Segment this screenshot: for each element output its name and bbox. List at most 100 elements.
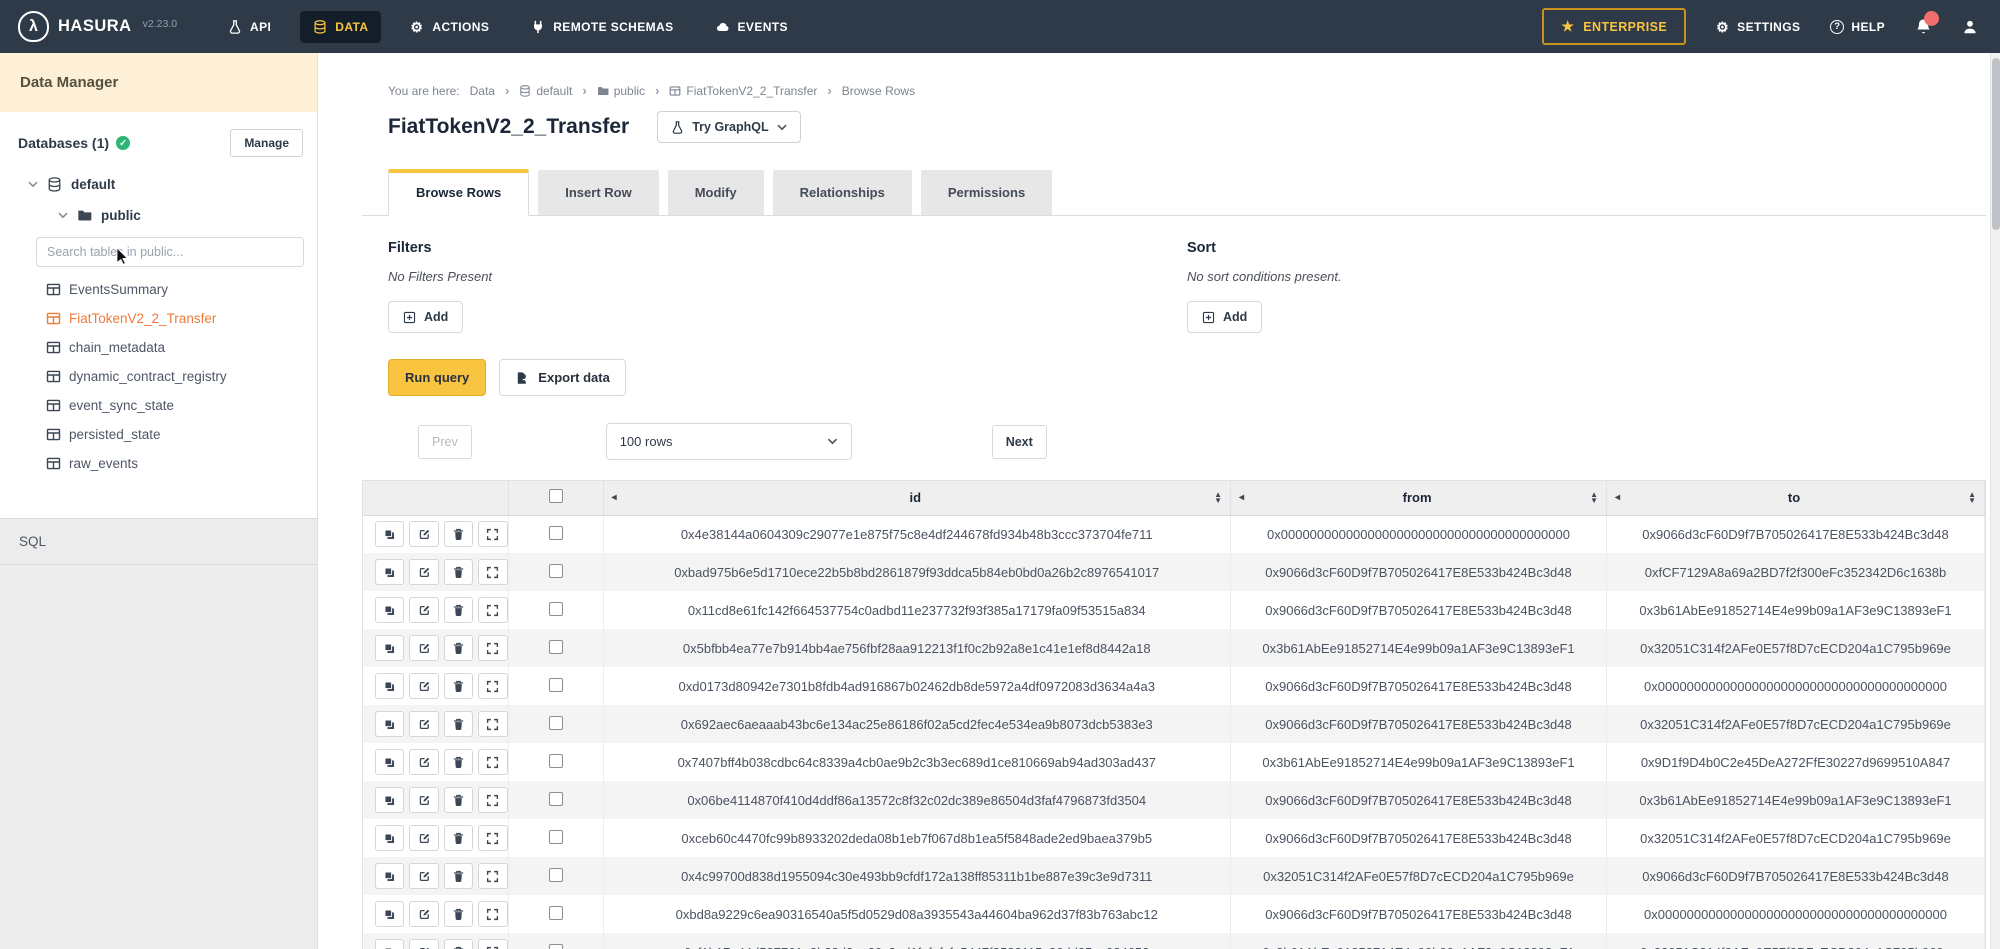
sort-icon[interactable]: ▲▼ [1214,492,1222,504]
chevron-down-icon[interactable] [28,181,38,189]
copy-row-button[interactable] [375,901,404,927]
expand-row-button[interactable] [478,711,507,737]
sidebar-table-item[interactable]: persisted_state [16,420,303,449]
edit-row-button[interactable] [409,559,438,585]
column-header-to[interactable]: ◂ to ▲▼ [1607,481,1985,515]
user-menu-button[interactable] [1962,19,1978,35]
settings-button[interactable]: ⚙ SETTINGS [1716,20,1800,34]
delete-row-button[interactable] [444,825,473,851]
enterprise-button[interactable]: ★ ENTERPRISE [1542,8,1686,45]
expand-row-button[interactable] [478,749,507,775]
tab[interactable]: Insert Row [538,170,658,215]
run-query-button[interactable]: Run query [388,359,486,396]
copy-row-button[interactable] [375,673,404,699]
sidebar-table-item[interactable]: chain_metadata [16,333,303,362]
row-checkbox[interactable] [549,792,563,806]
try-graphql-button[interactable]: Try GraphQL [657,111,800,143]
copy-row-button[interactable] [375,711,404,737]
search-tables-input[interactable] [36,237,304,267]
row-checkbox[interactable] [549,944,563,949]
expand-row-button[interactable] [478,521,507,547]
row-checkbox[interactable] [549,602,563,616]
rows-per-page-select[interactable]: 100 rows [606,423,852,460]
row-checkbox[interactable] [549,906,563,920]
row-checkbox[interactable] [549,564,563,578]
delete-row-button[interactable] [444,901,473,927]
delete-row-button[interactable] [444,597,473,623]
sidebar-table-item[interactable]: event_sync_state [16,391,303,420]
copy-row-button[interactable] [375,559,404,585]
delete-row-button[interactable] [444,711,473,737]
edit-row-button[interactable] [409,825,438,851]
sort-icon[interactable]: ▲▼ [1968,492,1976,504]
edit-row-button[interactable] [409,597,438,623]
expand-row-button[interactable] [478,559,507,585]
nav-item-data[interactable]: DATA [300,11,381,43]
nav-item-actions[interactable]: ⚙ ACTIONS [397,11,502,43]
expand-row-button[interactable] [478,673,507,699]
edit-row-button[interactable] [409,787,438,813]
breadcrumb-item-table[interactable]: FiatTokenV2_2_Transfer [669,84,817,98]
delete-row-button[interactable] [444,863,473,889]
copy-row-button[interactable] [375,521,404,547]
nav-item-remote-schemas[interactable]: REMOTE SCHEMAS [518,11,686,43]
delete-row-button[interactable] [444,521,473,547]
brand[interactable]: λ HASURA v2.23.0 [18,11,177,42]
copy-row-button[interactable] [375,635,404,661]
row-checkbox[interactable] [549,678,563,692]
column-header-from[interactable]: ◂ from ▲▼ [1231,481,1607,515]
next-page-button[interactable]: Next [992,425,1047,459]
notifications-button[interactable] [1915,18,1932,35]
edit-row-button[interactable] [409,711,438,737]
add-filter-button[interactable]: Add [388,301,463,333]
breadcrumb-item-browse-rows[interactable]: Browse Rows [842,84,915,98]
export-data-button[interactable]: Export data [499,359,626,396]
edit-row-button[interactable] [409,939,438,949]
breadcrumb-item-default[interactable]: default [519,84,572,98]
sidebar-table-item[interactable]: raw_events [16,449,303,478]
column-header-id[interactable]: ◂ id ▲▼ [603,481,1231,515]
edit-row-button[interactable] [409,521,438,547]
copy-row-button[interactable] [375,597,404,623]
sidebar-table-item[interactable]: dynamic_contract_registry [16,362,303,391]
delete-row-button[interactable] [444,673,473,699]
copy-row-button[interactable] [375,825,404,851]
edit-row-button[interactable] [409,749,438,775]
chevron-down-icon[interactable] [58,212,68,220]
edit-row-button[interactable] [409,673,438,699]
expand-row-button[interactable] [478,939,507,949]
copy-row-button[interactable] [375,939,404,949]
row-checkbox[interactable] [549,526,563,540]
tree-item-public-schema[interactable]: public [16,208,303,223]
expand-row-button[interactable] [478,635,507,661]
row-checkbox[interactable] [549,868,563,882]
edit-row-button[interactable] [409,901,438,927]
delete-row-button[interactable] [444,559,473,585]
select-all-checkbox[interactable] [549,489,563,503]
breadcrumb-item-data[interactable]: Data [470,84,495,98]
delete-row-button[interactable] [444,939,473,949]
add-sort-button[interactable]: Add [1187,301,1262,333]
delete-row-button[interactable] [444,635,473,661]
copy-row-button[interactable] [375,863,404,889]
expand-row-button[interactable] [478,863,507,889]
delete-row-button[interactable] [444,787,473,813]
tab[interactable]: Relationships [773,170,912,215]
nav-item-events[interactable]: EVENTS [703,11,801,43]
collapse-column-icon[interactable]: ◂ [1615,492,1620,503]
manage-button[interactable]: Manage [230,129,303,157]
expand-row-button[interactable] [478,901,507,927]
tab[interactable]: Modify [668,170,764,215]
prev-page-button[interactable]: Prev [418,425,472,459]
collapse-column-icon[interactable]: ◂ [612,492,617,503]
tree-item-default-db[interactable]: default [16,177,303,192]
row-checkbox[interactable] [549,754,563,768]
sort-icon[interactable]: ▲▼ [1590,492,1598,504]
breadcrumb-item-public[interactable]: public [597,84,645,98]
collapse-column-icon[interactable]: ◂ [1239,492,1244,503]
expand-row-button[interactable] [478,787,507,813]
row-checkbox[interactable] [549,716,563,730]
nav-item-api[interactable]: API [215,11,284,43]
tab[interactable]: Permissions [921,170,1052,215]
sidebar-sql-item[interactable]: SQL [0,519,317,565]
